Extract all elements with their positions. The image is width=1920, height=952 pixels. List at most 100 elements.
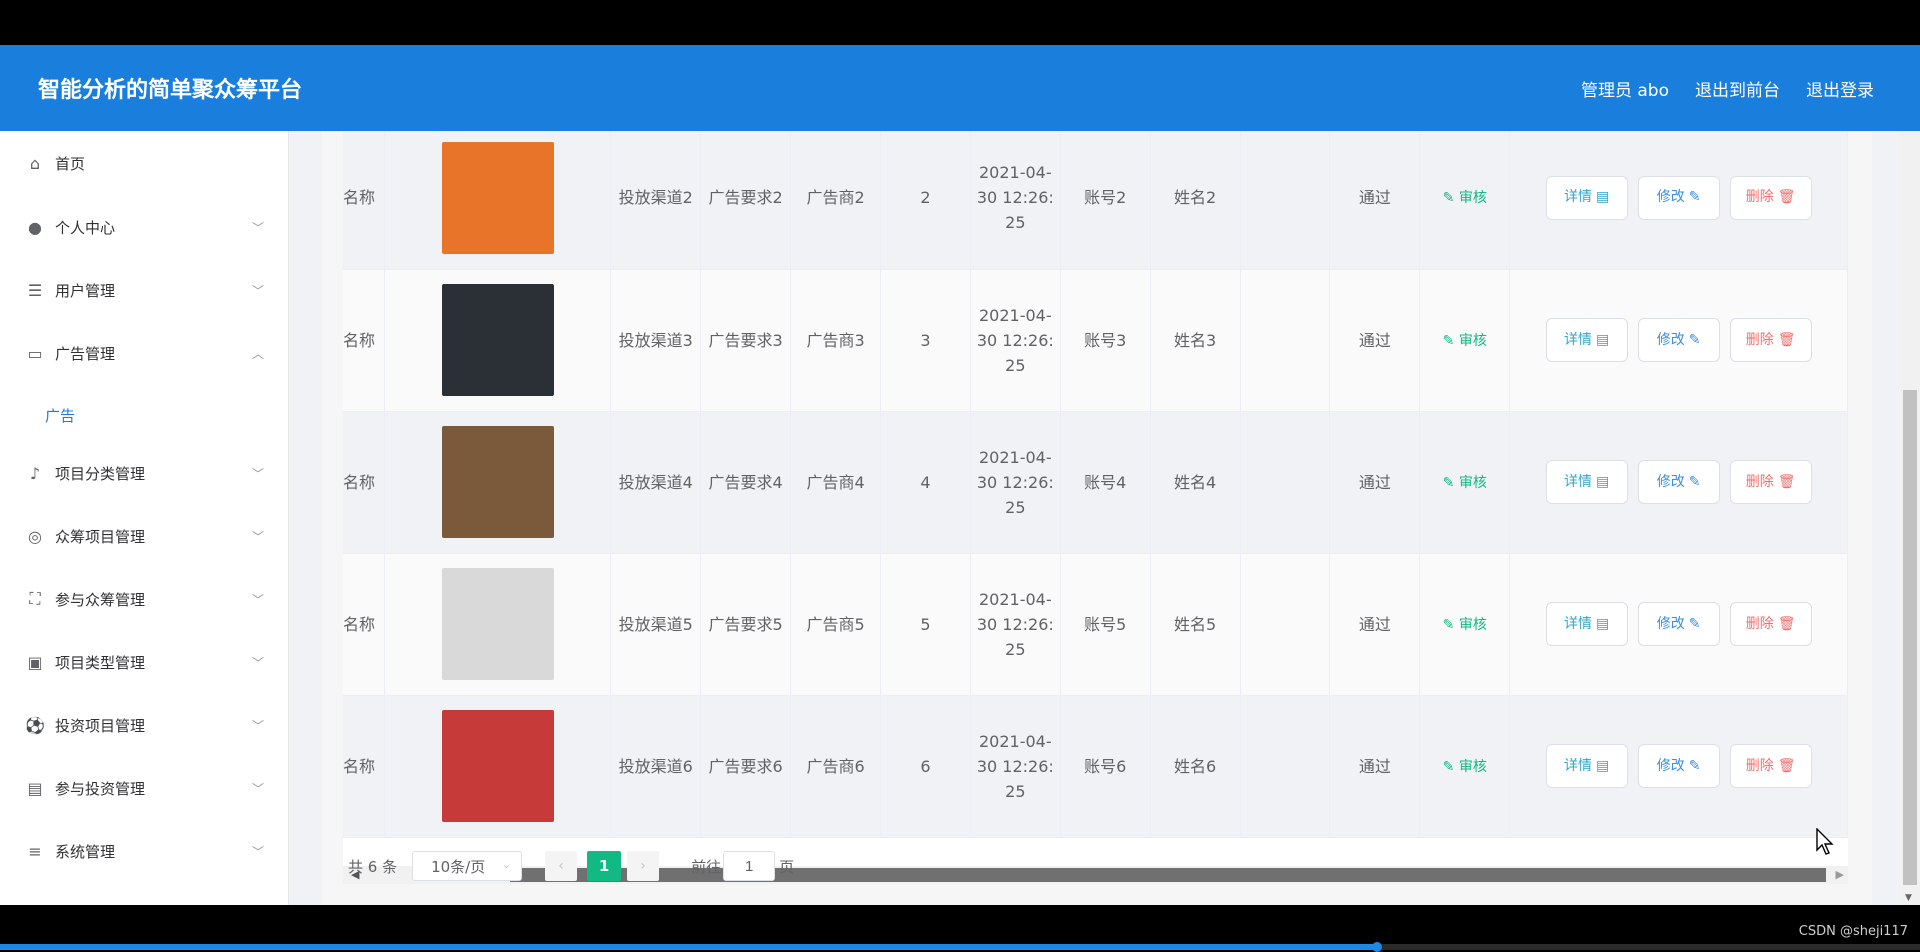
next-page-button[interactable]: › <box>627 851 660 881</box>
chevron-down-icon: ﹀ <box>252 844 265 859</box>
detail-button[interactable]: 详情 ▤ <box>1545 460 1628 504</box>
bell-off-icon: ♪ <box>29 463 41 483</box>
detail-label: 详情 <box>1563 473 1592 490</box>
delete-label: 删除 <box>1745 189 1774 206</box>
video-progress-knob[interactable] <box>1371 942 1382 952</box>
detail-button[interactable]: 详情 ▤ <box>1545 744 1628 788</box>
image-cell <box>384 269 612 412</box>
audit-cell: ✎ 审核 <box>1419 411 1511 554</box>
date-cell-text: 2021-04-30 12:26:25 <box>976 163 1054 233</box>
sidebar-item-label: 广告管理 <box>55 344 116 363</box>
channel-cell: 投放渠道6 <box>610 695 702 838</box>
video-progress-bar[interactable] <box>0 942 1920 952</box>
name-cell-text: 名称 <box>343 756 376 776</box>
current-page-button[interactable]: 1 <box>587 851 622 881</box>
edit-button[interactable]: 修改 ✎ <box>1637 602 1720 646</box>
audit-cell: ✎ 审核 <box>1419 553 1511 696</box>
audit-link[interactable]: ✎ 审核 <box>1443 333 1487 349</box>
date-cell: 2021-04-30 12:26:25 <box>970 411 1061 554</box>
table-row: 名称 投放渠道5 广告要求5 广告商5 5 2021-04-30 12:26:25 账号5 姓… <box>343 553 1848 696</box>
advertiser-cell-text: 广告商6 <box>806 756 865 776</box>
number-cell: 2 <box>880 131 971 270</box>
sliders-icon: ☰ <box>27 280 43 300</box>
status-cell-text: 通过 <box>1358 330 1391 350</box>
person-name-cell: 姓名3 <box>1150 269 1241 412</box>
sidebar-gap <box>289 131 322 905</box>
detail-label: 详情 <box>1563 615 1592 632</box>
edit-button[interactable]: 修改 ✎ <box>1637 744 1720 788</box>
sidebar-item-label: 个人中心 <box>55 218 116 237</box>
audit-link[interactable]: ✎ 审核 <box>1443 190 1487 206</box>
edit-pen-icon: ✎ <box>1688 615 1701 632</box>
document-icon: ▤ <box>1595 473 1610 490</box>
sidebar-item-label: 首页 <box>55 154 86 173</box>
admin-user-label[interactable]: 管理员 abo <box>1581 76 1669 101</box>
actions-cell: 详情 ▤ 修改 ✎ 删除 🗑 <box>1509 553 1848 696</box>
sidebar-item-3[interactable]: ☰ 用户管理 ﹀ <box>0 260 289 320</box>
account-cell: 账号3 <box>1060 269 1151 412</box>
advertiser-cell: 广告商6 <box>790 695 881 838</box>
name-cell: 名称 <box>343 131 386 270</box>
sidebar-item-4[interactable]: ▭ 广告管理 ︿ <box>0 323 289 383</box>
vertical-scrollbar[interactable]: ▼ <box>1900 131 1920 905</box>
exit-to-frontend-link[interactable]: 退出到前台 <box>1695 76 1780 101</box>
sidebar-item-6[interactable]: ◎ 众筹项目管理 ﹀ <box>0 506 289 566</box>
delete-label: 删除 <box>1745 757 1774 774</box>
document-icon: ▤ <box>1595 189 1610 206</box>
chevron-left-icon: ‹ <box>558 858 564 874</box>
status-cell-text: 通过 <box>1358 188 1391 208</box>
detail-label: 详情 <box>1563 189 1592 206</box>
trash-icon: 🗑 <box>1777 473 1796 490</box>
name-cell-text: 名称 <box>343 330 376 350</box>
sidebar-item-7[interactable]: ⛶ 参与众筹管理 ﹀ <box>0 569 289 629</box>
edit-label: 修改 <box>1656 473 1685 490</box>
person-name-cell-text: 姓名2 <box>1174 188 1217 208</box>
pagination-total: 共 6 条 <box>348 857 398 876</box>
page-size-select[interactable]: 10条/页 ⌄ <box>412 851 523 881</box>
edit-label: 修改 <box>1656 615 1685 632</box>
sidebar-item-9[interactable]: ⚽ 投资项目管理 ﹀ <box>0 695 289 755</box>
table-row: 名称 投放渠道6 广告要求6 广告商6 6 2021-04-30 12:26:25 账号6 姓… <box>343 695 1848 838</box>
delete-button[interactable]: 删除 🗑 <box>1729 744 1812 788</box>
top-header: 智能分析的简单聚众筹平台 管理员 abo 退出到前台 退出登录 <box>0 45 1920 131</box>
delete-button[interactable]: 删除 🗑 <box>1729 460 1812 504</box>
sidebar-item-1[interactable]: ⌂ 首页 <box>0 133 289 193</box>
delete-button[interactable]: 删除 🗑 <box>1729 175 1812 220</box>
sidebar-item-2[interactable]: ● 个人中心 ﹀ <box>0 197 289 257</box>
logout-link[interactable]: 退出登录 <box>1806 76 1874 101</box>
goto-page-input[interactable] <box>723 851 776 881</box>
delete-label: 删除 <box>1745 331 1774 348</box>
sidebar-item-8[interactable]: ▣ 项目类型管理 ﹀ <box>0 632 289 692</box>
requirement-cell: 广告要求3 <box>700 269 792 412</box>
page-size-value: 10条/页 <box>431 857 486 876</box>
sidebar-item-5[interactable]: ♪ 项目分类管理 ﹀ <box>0 443 289 503</box>
edit-button[interactable]: 修改 ✎ <box>1637 460 1720 504</box>
scroll-right-arrow-icon[interactable]: ▶ <box>1836 868 1844 881</box>
date-cell: 2021-04-30 12:26:25 <box>970 553 1061 696</box>
delete-button[interactable]: 删除 🗑 <box>1729 602 1812 646</box>
sidebar-item-11[interactable]: ≡ 系统管理 ﹀ <box>0 821 289 881</box>
audit-label: 审核 <box>1458 332 1487 349</box>
prev-page-button[interactable]: ‹ <box>545 851 578 881</box>
chevron-up-icon: ︿ <box>252 346 265 361</box>
edit-button[interactable]: 修改 ✎ <box>1637 318 1720 362</box>
audit-link[interactable]: ✎ 审核 <box>1443 475 1487 491</box>
edit-button[interactable]: 修改 ✎ <box>1637 175 1720 220</box>
account-cell-text: 账号3 <box>1084 330 1127 350</box>
chevron-down-icon: ﹀ <box>252 718 265 733</box>
detail-button[interactable]: 详情 ▤ <box>1545 318 1628 362</box>
detail-button[interactable]: 详情 ▤ <box>1545 175 1628 220</box>
audit-link[interactable]: ✎ 审核 <box>1443 617 1487 633</box>
scroll-down-arrow-icon[interactable]: ▼ <box>1905 893 1912 903</box>
vertical-scroll-thumb[interactable] <box>1903 390 1917 885</box>
edit-label: 修改 <box>1656 757 1685 774</box>
advertiser-cell: 广告商3 <box>790 269 881 412</box>
sidebar-item-10[interactable]: ▤ 参与投资管理 ﹀ <box>0 758 289 818</box>
sidebar-item-label: 项目分类管理 <box>55 464 146 483</box>
delete-button[interactable]: 删除 🗑 <box>1729 318 1812 362</box>
detail-button[interactable]: 详情 ▤ <box>1545 602 1628 646</box>
audit-link[interactable]: ✎ 审核 <box>1443 759 1487 775</box>
person-name-cell-text: 姓名4 <box>1174 472 1217 492</box>
sidebar-subitem-ads[interactable]: 广告 <box>0 387 289 443</box>
date-cell: 2021-04-30 12:26:25 <box>970 269 1061 412</box>
